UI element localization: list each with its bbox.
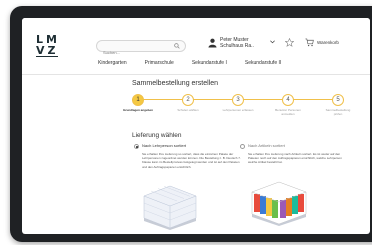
pallet-boxes-illustration <box>143 185 197 230</box>
tablet-device: LM VZ Peter Muster <box>10 6 372 242</box>
step-4-circle[interactable]: 4 <box>282 94 294 106</box>
delivery-title: Lieferung wählen <box>132 132 182 139</box>
colored-boxes-illustration <box>251 181 307 226</box>
radio-by-teacher[interactable] <box>134 144 139 149</box>
search-input[interactable] <box>103 47 175 58</box>
main-nav: Kindergarten Primarschule Sekundarstufe … <box>98 60 299 70</box>
step-2-circle[interactable]: 2 <box>182 94 194 106</box>
tablet-screen: LM VZ Peter Muster <box>22 18 370 234</box>
site-header: LM VZ Peter Muster <box>22 18 370 76</box>
user-school: Schulhaus Ra.. <box>220 43 254 49</box>
step-3-label: Lehrpersonen erfassen <box>222 108 254 112</box>
nav-item-kindergarten[interactable]: Kindergarten <box>98 60 127 70</box>
step-5-circle[interactable]: 5 <box>332 94 344 106</box>
option-by-teacher-description: Sie erhalten Ihre Lieferung so sortiert,… <box>142 152 241 169</box>
cart-label: Warenkorb <box>317 40 339 45</box>
step-1-circle[interactable]: 1 <box>132 94 144 106</box>
option-by-article-description: Sie erhalten Ihre Lieferung nach Artikel… <box>248 152 342 165</box>
page-title: Sammelbestellung erstellen <box>132 80 218 87</box>
step-4-label: Benutzer Personen anmelden <box>275 108 301 116</box>
radio-by-article[interactable] <box>240 144 245 149</box>
step-1-label: Grundlagen angeben <box>122 108 153 112</box>
user-menu[interactable]: Peter Muster Schulhaus Ra.. <box>208 36 278 54</box>
step-connector <box>194 99 232 100</box>
search-icon[interactable] <box>174 43 180 49</box>
option-by-article-label: Nach Artikeln sortiert <box>248 143 285 148</box>
step-connector <box>294 99 332 100</box>
order-stepper: 1 2 3 4 5 Grundlagen angeben Schulen wäh… <box>123 94 350 124</box>
chevron-down-icon <box>270 40 275 44</box>
cart-button[interactable]: Warenkorb <box>305 38 365 48</box>
step-2-label: Schulen wählen <box>177 108 199 112</box>
photo-stage: LM VZ Peter Muster <box>0 0 372 245</box>
step-3-circle[interactable]: 3 <box>232 94 244 106</box>
nav-item-sekundarstufe-1[interactable]: Sekundarstufe I <box>192 60 227 70</box>
user-name-text: Peter Muster Schulhaus Ra.. <box>220 37 254 49</box>
logo-line-2: VZ <box>36 44 59 57</box>
lmvz-logo[interactable]: LM VZ <box>36 34 66 57</box>
search-box[interactable] <box>96 40 186 58</box>
step-connector <box>244 99 282 100</box>
step-5-label: Sammelbestellung prüfen <box>325 108 351 116</box>
nav-item-primarschule[interactable]: Primarschule <box>145 60 174 70</box>
user-icon <box>208 38 217 48</box>
cart-icon <box>305 38 314 47</box>
step-connector <box>144 99 182 100</box>
star-icon[interactable] <box>285 38 294 47</box>
nav-item-sekundarstufe-2[interactable]: Sekundarstufe II <box>245 60 281 70</box>
option-by-teacher-label: Nach Lehrperson sortiert <box>142 143 187 148</box>
header-divider <box>22 74 370 75</box>
